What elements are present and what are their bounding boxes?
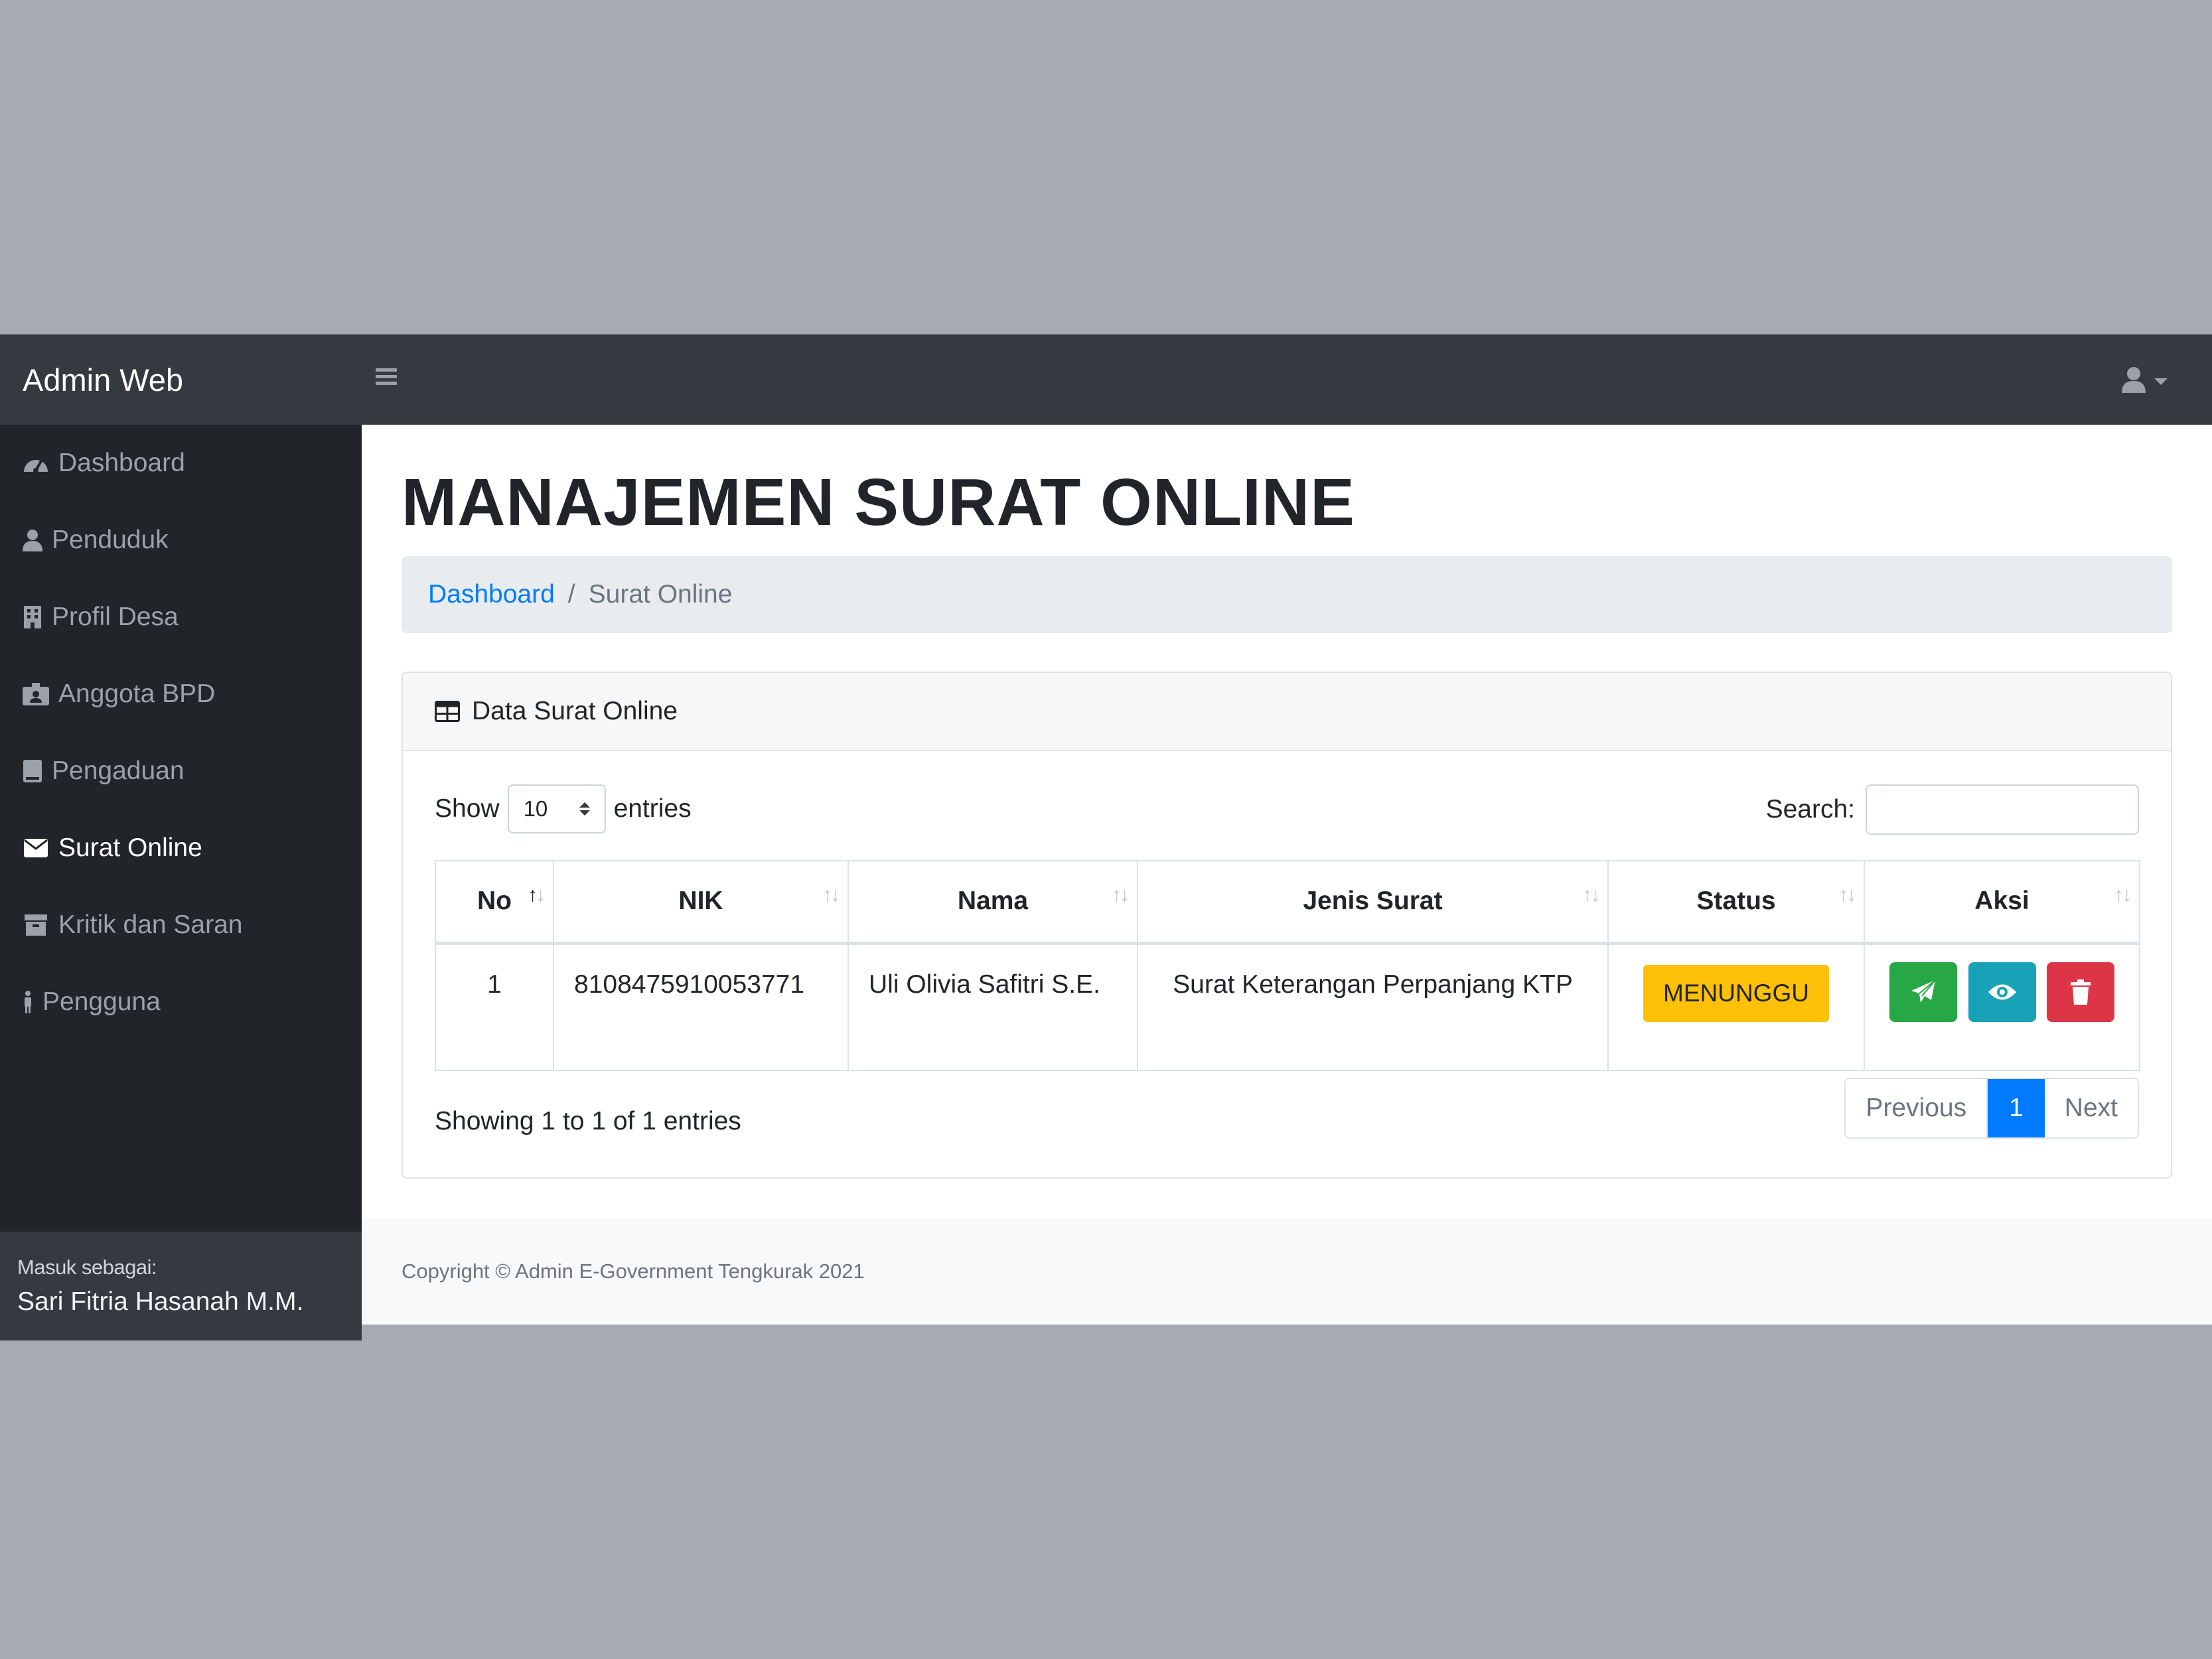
delete-button[interactable] — [2047, 962, 2115, 1022]
card-title: Data Surat Online — [472, 697, 678, 725]
cell-status: MENUNGGU — [1607, 942, 1865, 1071]
user-menu-button[interactable] — [2121, 366, 2168, 396]
page-title: MANAJEMEN SURAT ONLINE — [402, 465, 1355, 540]
breadcrumb: Dashboard / Surat Online — [402, 556, 2172, 633]
column-header-nama[interactable]: Nama ↑↓ — [848, 860, 1138, 945]
user-icon — [23, 527, 42, 553]
sort-asc-icon: ↑↓ — [528, 884, 546, 906]
sidebar-item-anggota-bpd[interactable]: Anggota BPD — [0, 656, 362, 733]
column-header-jenis-surat[interactable]: Jenis Surat ↑↓ — [1137, 860, 1609, 945]
pagination-page-1[interactable]: 1 — [1988, 1079, 2045, 1137]
breadcrumb-separator: / — [567, 580, 575, 609]
page-size-value: 10 — [523, 796, 548, 821]
sort-icon: ↑↓ — [1582, 884, 1600, 906]
sidebar-item-label: Pengguna — [42, 987, 161, 1016]
pagination: Previous 1 Next — [1844, 1078, 2139, 1139]
status-badge: MENUNGGU — [1643, 964, 1829, 1022]
user-icon — [2121, 366, 2146, 396]
column-header-aksi[interactable]: Aksi ↑↓ — [1864, 860, 2140, 945]
cell-no: 1 — [435, 942, 554, 1071]
breadcrumb-link-dashboard[interactable]: Dashboard — [428, 580, 555, 609]
column-header-no[interactable]: No ↑↓ — [435, 860, 554, 945]
sidebar: Dashboard Penduduk Profil Desa Anggota B… — [0, 425, 362, 1340]
sort-icon: ↑↓ — [822, 884, 840, 906]
sidebar-item-kritik-dan-saran[interactable]: Kritik dan Saran — [0, 887, 362, 964]
page-size-select[interactable]: 10 — [507, 784, 606, 833]
sidebar-item-pengaduan[interactable]: Pengaduan — [0, 733, 362, 810]
tachometer-icon — [23, 450, 49, 476]
breadcrumb-current: Surat Online — [588, 580, 733, 609]
cell-nik: 8108475910053771 — [553, 942, 849, 1071]
sidebar-item-label: Pengaduan — [52, 757, 184, 785]
page-footer: Copyright © Admin E-Government Tengkurak… — [362, 1218, 2212, 1325]
archive-icon — [23, 912, 49, 938]
column-header-nik[interactable]: NIK ↑↓ — [553, 860, 849, 945]
table-info: Showing 1 to 1 of 1 entries — [435, 1107, 741, 1135]
data-card: Data Surat Online Show 10 entries Search… — [402, 672, 2172, 1179]
logged-in-label: Masuk sebagai: — [17, 1256, 157, 1279]
copyright-text: Copyright © Admin E-Government Tengkurak… — [402, 1259, 865, 1283]
app-window: Admin Web Dashboard Penduduk Profil Desa… — [0, 334, 2212, 1340]
sidebar-footer: Masuk sebagai: Sari Fitria Hasanah M.M. — [0, 1232, 362, 1340]
top-navbar: Admin Web — [0, 334, 2212, 425]
sidebar-toggle-icon[interactable] — [373, 365, 400, 394]
sidebar-item-label: Dashboard — [58, 449, 185, 477]
paper-plane-icon — [1911, 979, 1936, 1003]
id-badge-icon — [23, 681, 49, 707]
sort-icon: ↑↓ — [1838, 884, 1856, 906]
page-size-control: Show 10 entries — [435, 784, 692, 833]
entries-label: entries — [613, 794, 692, 823]
pagination-previous[interactable]: Previous — [1846, 1079, 1988, 1137]
male-icon — [23, 989, 33, 1015]
sidebar-item-label: Surat Online — [58, 833, 202, 862]
select-arrows-icon — [579, 802, 590, 816]
building-icon — [23, 604, 42, 630]
search-control: Search: — [1766, 784, 2139, 835]
sort-icon: ↑↓ — [2114, 884, 2132, 906]
trash-icon — [2071, 979, 2091, 1005]
card-header: Data Surat Online — [403, 673, 2171, 751]
sidebar-item-label: Kritik dan Saran — [58, 910, 243, 939]
sidebar-item-label: Penduduk — [52, 526, 169, 554]
brand-title[interactable]: Admin Web — [0, 334, 362, 425]
search-input[interactable] — [1866, 784, 2139, 835]
table-header-row: No ↑↓ NIK ↑↓ Nama ↑↓ Jenis Surat ↑↓ Stat… — [435, 860, 2140, 945]
chevron-down-icon — [2154, 378, 2168, 385]
sidebar-item-label: Anggota BPD — [58, 680, 216, 708]
sidebar-item-penduduk[interactable]: Penduduk — [0, 502, 362, 579]
data-table: No ↑↓ NIK ↑↓ Nama ↑↓ Jenis Surat ↑↓ Stat… — [435, 860, 2140, 1071]
envelope-icon — [23, 835, 49, 861]
search-label: Search: — [1765, 795, 1855, 824]
pagination-next[interactable]: Next — [2044, 1079, 2138, 1137]
view-button[interactable] — [1968, 962, 2036, 1022]
send-button[interactable] — [1889, 962, 1957, 1022]
table-icon — [435, 701, 460, 722]
cell-jenis-surat: Surat Keterangan Perpanjang KTP — [1137, 942, 1609, 1071]
show-label: Show — [435, 794, 500, 823]
sidebar-item-pengguna[interactable]: Pengguna — [0, 964, 362, 1041]
sort-icon: ↑↓ — [1112, 884, 1130, 906]
sidebar-item-profil-desa[interactable]: Profil Desa — [0, 579, 362, 656]
cell-nama: Uli Olivia Safitri S.E. — [848, 942, 1138, 1071]
table-row: 1 8108475910053771 Uli Olivia Safitri S.… — [435, 942, 2140, 1071]
cell-aksi — [1864, 942, 2140, 1071]
column-header-status[interactable]: Status ↑↓ — [1607, 860, 1865, 945]
eye-icon — [1988, 984, 2016, 999]
logged-in-user-name: Sari Fitria Hasanah M.M. — [17, 1287, 304, 1316]
sidebar-item-dashboard[interactable]: Dashboard — [0, 425, 362, 502]
sidebar-item-surat-online[interactable]: Surat Online — [0, 810, 362, 887]
sidebar-item-label: Profil Desa — [52, 603, 179, 631]
book-icon — [23, 758, 42, 784]
